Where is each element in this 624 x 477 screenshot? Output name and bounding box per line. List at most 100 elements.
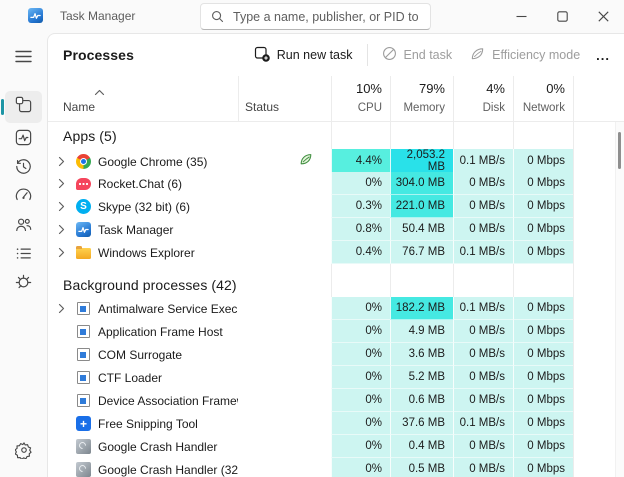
cpu-cell: 4.4% [331,149,390,174]
column-header-network[interactable]: 0% Network [513,76,573,121]
services-icon [14,273,33,297]
sidebar-item-details[interactable] [5,244,42,268]
network-cell: 0 Mbps [513,366,573,389]
column-header-cpu[interactable]: 10% CPU [331,76,390,121]
disk-cell: 0 MB/s [453,320,513,343]
sidebar-item-startup-apps[interactable] [5,186,42,210]
table-row[interactable]: Task Manager 0.8% 50.4 MB 0 MB/s 0 Mbps [48,218,624,241]
cpu-cell: 0% [331,343,390,366]
run-new-task-icon [254,46,270,65]
table-row[interactable]: Application Frame Host 0% 4.9 MB 0 MB/s … [48,320,624,343]
column-header-status[interactable]: Status [238,76,331,121]
sidebar [0,33,47,477]
disk-cell: 0 MB/s [453,343,513,366]
memory-cell: 0.4 MB [390,435,453,458]
menu-icon[interactable] [5,41,42,71]
process-name: Google Chrome (35) [98,155,207,169]
cpu-cell: 0% [331,412,390,435]
disk-cell: 0.1 MB/s [453,241,513,264]
maximize-button[interactable] [542,0,583,33]
table-row[interactable]: Google Crash Handler (32 bit) 0% 0.5 MB … [48,458,624,477]
network-cell: 0 Mbps [513,320,573,343]
memory-cell: 3.6 MB [390,343,453,366]
table-row[interactable]: Google Crash Handler 0% 0.4 MB 0 MB/s 0 … [48,435,624,458]
chevron-right-icon[interactable] [58,247,76,258]
search-input[interactable] [233,10,422,24]
sidebar-item-processes[interactable] [5,91,42,123]
memory-cell: 4.9 MB [390,320,453,343]
sidebar-item-services[interactable] [5,273,42,297]
table-row[interactable]: Windows Explorer 0.4% 76.7 MB 0.1 MB/s 0… [48,241,624,264]
end-task-button[interactable]: End task [382,46,453,64]
crash-handler-icon [76,462,91,477]
sidebar-item-performance[interactable] [5,128,42,152]
search-icon [211,10,224,23]
chevron-right-icon[interactable] [58,224,76,235]
cpu-cell: 0% [331,458,390,477]
table-row[interactable]: S Skype (32 bit) (6) 0.3% 221.0 MB 0 MB/… [48,195,624,218]
chevron-right-icon[interactable] [58,156,76,167]
disk-cell: 0 MB/s [453,218,513,241]
network-cell: 0 Mbps [513,435,573,458]
window-icon [76,370,91,385]
cpu-cell: 0% [331,320,390,343]
memory-cell: 0.5 MB [390,458,453,477]
close-button[interactable] [583,0,624,33]
task-manager-icon [76,222,91,237]
task-manager-app-icon [28,8,43,23]
chevron-right-icon[interactable] [58,178,76,189]
efficiency-mode-button[interactable]: Efficiency mode [470,46,580,64]
end-task-icon [382,46,397,64]
selection-pill [1,99,4,115]
section-header-background[interactable]: Background processes (42) [48,272,624,297]
process-name: Google Crash Handler [98,440,217,454]
rocketchat-icon [76,176,91,191]
table-row[interactable]: CTF Loader 0% 5.2 MB 0 MB/s 0 Mbps [48,366,624,389]
network-total-percent: 0% [546,81,565,96]
sidebar-item-settings[interactable] [5,437,42,467]
more-options-button[interactable]: ... [596,48,610,63]
column-header-disk[interactable]: 4% Disk [453,76,513,121]
main-panel: Processes Run new task End task Efficien… [47,33,624,477]
network-cell: 0 Mbps [513,218,573,241]
minimize-button[interactable] [501,0,542,33]
memory-cell: 5.2 MB [390,366,453,389]
chevron-right-icon[interactable] [58,201,76,212]
memory-column-label: Memory [403,102,445,114]
cpu-cell: 0% [331,172,390,195]
network-cell: 0 Mbps [513,195,573,218]
disk-total-percent: 4% [486,81,505,96]
run-new-task-button[interactable]: Run new task [254,46,353,65]
process-name: Skype (32 bit) (6) [98,200,190,214]
scrollbar-thumb[interactable] [618,132,621,169]
section-label: Background processes (42) [48,272,331,297]
process-name: COM Surrogate [98,348,182,362]
network-cell: 0 Mbps [513,241,573,264]
memory-cell: 182.2 MB [390,297,453,320]
process-name: Device Association Framewor... [98,394,238,408]
snipping-tool-icon: + [76,416,91,431]
section-header-apps[interactable]: Apps (5) [48,122,624,149]
toolbar-divider [367,44,368,66]
table-row[interactable]: COM Surrogate 0% 3.6 MB 0 MB/s 0 Mbps [48,343,624,366]
search-box[interactable] [200,3,431,30]
table-header: Name Status 10% CPU 79% Memory 4% Disk 0… [48,76,624,122]
chrome-icon [76,154,91,169]
table-row[interactable]: Google Chrome (35) 4.4% 2,053.2 MB 0.1 M… [48,149,624,172]
table-row[interactable]: + Free Snipping Tool 0% 37.6 MB 0.1 MB/s… [48,412,624,435]
vertical-scrollbar[interactable] [615,122,624,477]
efficiency-leaf-status-icon [299,152,313,171]
table-row[interactable]: Antimalware Service Executable 0% 182.2 … [48,297,624,320]
column-header-name[interactable]: Name [48,76,238,121]
efficiency-mode-label: Efficiency mode [492,48,580,62]
disk-cell: 0 MB/s [453,195,513,218]
sidebar-item-app-history[interactable] [5,157,42,181]
folder-icon [76,245,91,260]
chevron-right-icon[interactable] [58,303,76,314]
details-icon [14,244,33,268]
window-icon [76,393,91,408]
table-row[interactable]: Rocket.Chat (6) 0% 304.0 MB 0 MB/s 0 Mbp… [48,172,624,195]
table-row[interactable]: Device Association Framewor... 0% 0.6 MB… [48,389,624,412]
sidebar-item-users[interactable] [5,215,42,239]
column-header-memory[interactable]: 79% Memory [390,76,453,121]
